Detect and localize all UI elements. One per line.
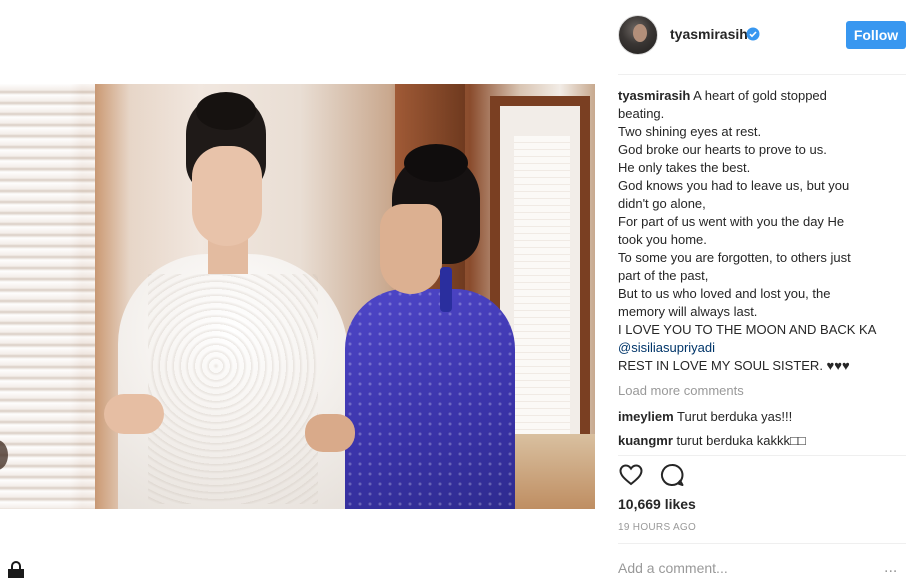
comment: kuangmr turut berduka kakkk□□ [618, 433, 806, 448]
caption-line: memory will always last. [618, 304, 758, 319]
divider [618, 543, 906, 544]
comment-username[interactable]: kuangmr [618, 433, 673, 448]
caption-line: God knows you had to leave us, but you [618, 178, 850, 193]
tassel-earring [440, 267, 452, 312]
shopping-bag-icon[interactable] [4, 561, 28, 578]
comment-text: turut berduka kakkk□□ [676, 433, 806, 448]
verified-badge-icon [746, 27, 760, 41]
load-more-comments-link[interactable]: Load more comments [618, 383, 744, 398]
blue-dress [345, 289, 515, 509]
comment-text: Turut berduka yas!!! [677, 409, 793, 424]
caption-line: took you home. [618, 232, 707, 247]
caption-line: He only takes the best. [618, 160, 751, 175]
caption-line: tyasmirasih A heart of gold stopped [618, 87, 900, 105]
window-blinds [0, 84, 95, 509]
caption-line: But to us who loved and lost you, the [618, 286, 831, 301]
heart-icon[interactable] [618, 462, 644, 488]
post-caption: tyasmirasih A heart of gold stopped beat… [618, 87, 900, 375]
likes-count[interactable]: 10,669 likes [618, 496, 696, 512]
follow-button[interactable]: Follow [846, 21, 906, 49]
caption-line: beating. [618, 106, 665, 121]
caption-line: To some you are forgotten, to others jus… [618, 250, 851, 265]
bride-hand [104, 394, 164, 434]
caption-line: For part of us went with you the day He [618, 214, 845, 229]
bride-face [192, 146, 262, 246]
author-username[interactable]: tyasmirasih [670, 26, 748, 42]
caption-text: A heart of gold stopped [693, 88, 827, 103]
comment-bubble-icon[interactable] [659, 462, 685, 488]
mention-link[interactable]: @sisiliasupriyadi [618, 339, 900, 357]
post-header: tyasmirasih Follow [618, 15, 908, 55]
more-options-icon[interactable]: ... [884, 560, 904, 578]
helper-face [380, 204, 442, 294]
caption-line: REST IN LOVE MY SOUL SISTER. ♥♥♥ [618, 358, 850, 373]
caption-line: didn't go alone, [618, 196, 706, 211]
bride-hair-bun [196, 92, 256, 130]
white-lace-dress [118, 254, 348, 509]
divider [618, 74, 906, 75]
caption-line: part of the past, [618, 268, 709, 283]
comment: imeyliem Turut berduka yas!!! [618, 409, 792, 424]
divider [618, 455, 906, 456]
caption-username[interactable]: tyasmirasih [618, 88, 690, 103]
comment-username[interactable]: imeyliem [618, 409, 674, 424]
helper-hand [305, 414, 355, 452]
caption-line: God broke our hearts to prove to us. [618, 142, 827, 157]
post-timestamp[interactable]: 19 HOURS AGO [618, 522, 696, 533]
post-photo[interactable] [0, 84, 595, 509]
add-comment-input[interactable] [618, 556, 898, 578]
avatar[interactable] [618, 15, 658, 55]
helper-hair-bun [404, 144, 468, 182]
caption-line: I LOVE YOU TO THE MOON AND BACK KA [618, 322, 877, 337]
caption-line: Two shining eyes at rest. [618, 124, 762, 139]
